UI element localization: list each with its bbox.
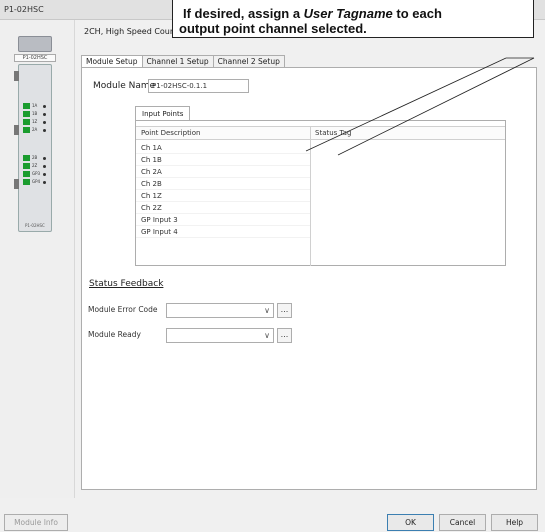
table-row[interactable]: GP Input 3 bbox=[136, 214, 310, 226]
input-points-grid: Point Description Status Tag Ch 1A Ch 1B… bbox=[135, 120, 506, 266]
module-name-input[interactable]: P1-02HSC-0.1.1 bbox=[148, 79, 249, 93]
callout-line-1: If desired, assign a User Tagname to eac… bbox=[179, 6, 529, 21]
callout-text: to each bbox=[392, 6, 442, 21]
terminal-dot bbox=[43, 165, 46, 168]
led-label: 2Z bbox=[32, 163, 38, 168]
grid-header: Point Description Status Tag bbox=[136, 126, 505, 140]
led-row: 1A bbox=[23, 103, 47, 110]
led-row: GP3 bbox=[23, 171, 47, 178]
window-title: P1-02HSC bbox=[4, 5, 44, 14]
module-ready-label: Module Ready bbox=[88, 330, 141, 339]
module-image-panel: P1-02HSC 1A 1B 1Z 2A 2B 2Z GP3 GP4 P1-02… bbox=[0, 20, 75, 498]
module-ready-browse-button[interactable]: ... bbox=[277, 328, 292, 343]
led-indicator bbox=[23, 119, 30, 125]
led-indicator bbox=[23, 103, 30, 109]
led-indicator bbox=[23, 127, 30, 133]
module-subtitle: 2CH, High Speed Counter bbox=[84, 27, 187, 36]
led-indicator bbox=[23, 171, 30, 177]
table-row[interactable]: Ch 2B bbox=[136, 178, 310, 190]
module-footer-label: P1-02HSC bbox=[25, 223, 45, 228]
led-block-upper: 1A 1B 1Z 2A bbox=[23, 103, 47, 135]
module-ready-select[interactable]: ∨ bbox=[166, 328, 274, 343]
led-label: GP3 bbox=[32, 171, 41, 176]
led-row: 2Z bbox=[23, 163, 47, 170]
terminal-dot bbox=[43, 173, 46, 176]
terminal-dot bbox=[43, 157, 46, 160]
led-indicator bbox=[23, 155, 30, 161]
led-row: GP4 bbox=[23, 179, 47, 186]
module-name-label: Module Name bbox=[93, 81, 156, 91]
chevron-down-icon: ∨ bbox=[264, 306, 270, 315]
led-indicator bbox=[23, 163, 30, 169]
terminal-dot bbox=[43, 129, 46, 132]
led-row: 2A bbox=[23, 127, 47, 134]
table-row[interactable]: Ch 1A bbox=[136, 142, 310, 154]
led-row: 2B bbox=[23, 155, 47, 162]
column-header-point-description: Point Description bbox=[141, 129, 201, 137]
terminal-dot bbox=[43, 105, 46, 108]
help-button[interactable]: Help bbox=[491, 514, 538, 531]
table-row[interactable]: GP Input 4 bbox=[136, 226, 310, 238]
instruction-callout: If desired, assign a User Tagname to eac… bbox=[172, 0, 534, 38]
terminal-dot bbox=[43, 181, 46, 184]
led-indicator bbox=[23, 111, 30, 117]
ok-button[interactable]: OK bbox=[387, 514, 434, 531]
cancel-button[interactable]: Cancel bbox=[439, 514, 486, 531]
column-divider bbox=[310, 126, 311, 266]
status-feedback-title[interactable]: Status Feedback bbox=[89, 279, 163, 289]
column-header-status-tag: Status Tag bbox=[315, 129, 352, 137]
side-connector bbox=[14, 71, 19, 81]
terminal-dot bbox=[43, 113, 46, 116]
table-row[interactable]: Ch 1B bbox=[136, 154, 310, 166]
terminal-dot bbox=[43, 121, 46, 124]
module-error-code-select[interactable]: ∨ bbox=[166, 303, 274, 318]
table-row[interactable]: Ch 2A bbox=[136, 166, 310, 178]
module-error-code-label: Module Error Code bbox=[88, 305, 158, 314]
led-label: 2A bbox=[32, 127, 38, 132]
led-label: 1Z bbox=[32, 119, 38, 124]
dialog-button-bar: Module Info OK Cancel Help bbox=[0, 498, 545, 532]
led-block-lower: 2B 2Z GP3 GP4 bbox=[23, 155, 47, 187]
callout-text: If desired, assign a bbox=[183, 6, 304, 21]
module-label: P1-02HSC bbox=[14, 54, 56, 62]
table-row[interactable]: Ch 2Z bbox=[136, 202, 310, 214]
callout-emphasis: User Tagname bbox=[303, 6, 393, 21]
led-row: 1B bbox=[23, 111, 47, 118]
chevron-down-icon: ∨ bbox=[264, 331, 270, 340]
module-info-button[interactable]: Module Info bbox=[4, 514, 68, 531]
tab-input-points[interactable]: Input Points bbox=[135, 106, 191, 120]
led-label: GP4 bbox=[32, 179, 41, 184]
module-body: 1A 1B 1Z 2A 2B 2Z GP3 GP4 P1-02HSC bbox=[14, 64, 52, 232]
side-connector bbox=[14, 179, 19, 189]
module-error-code-browse-button[interactable]: ... bbox=[277, 303, 292, 318]
led-label: 1B bbox=[32, 111, 38, 116]
table-row[interactable]: Ch 1Z bbox=[136, 190, 310, 202]
callout-line-2: output point channel selected. bbox=[179, 21, 367, 36]
module-top-connector bbox=[18, 36, 52, 52]
led-label: 2B bbox=[32, 155, 38, 160]
module-graphic: P1-02HSC 1A 1B 1Z 2A 2B 2Z GP3 GP4 P1-02… bbox=[14, 30, 56, 232]
led-label: 1A bbox=[32, 103, 38, 108]
led-row: 1Z bbox=[23, 119, 47, 126]
side-connector bbox=[14, 125, 19, 135]
led-indicator bbox=[23, 179, 30, 185]
module-setup-panel: Module Name P1-02HSC-0.1.1 Input Points … bbox=[81, 67, 537, 490]
